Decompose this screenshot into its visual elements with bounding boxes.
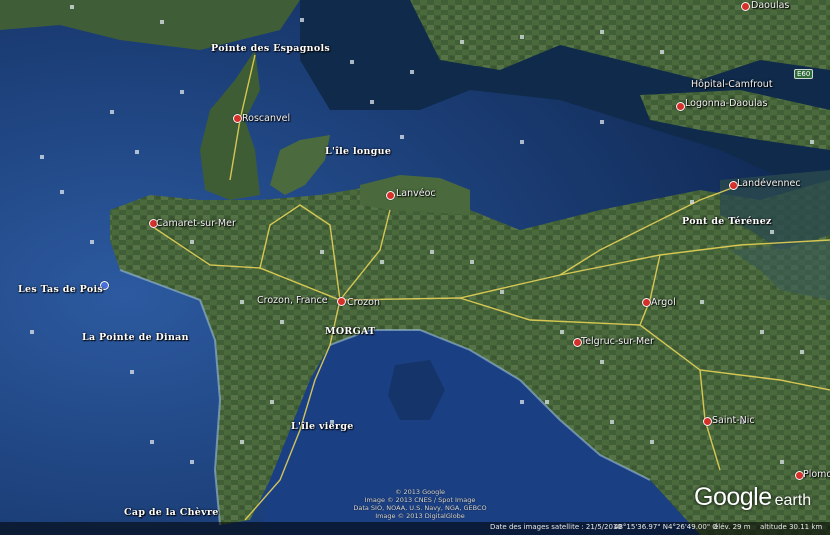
status-elevation: élév. 29 m	[714, 523, 751, 531]
label-logonna: Logonna-Daoulas	[685, 98, 768, 109]
credit-line-2: Image © 2013 CNES / Spot Image	[364, 496, 476, 504]
label-saint-nic: Saint-Nic	[712, 415, 755, 426]
satellite-map[interactable]: Pointe des Espagnols Roscanvel L'île lon…	[0, 0, 830, 535]
label-crozon: Crozon	[347, 297, 380, 308]
credit-line-3: Data SIO, NOAA, U.S. Navy, NGA, GEBCO	[353, 504, 487, 512]
status-bar: Date des images satellite : 21/5/2010 48…	[0, 522, 830, 535]
argol-pin[interactable]	[642, 298, 651, 307]
credit-line-1: © 2013 Google	[394, 488, 446, 496]
daoulas-pin[interactable]	[741, 2, 750, 11]
roscanvel-pin[interactable]	[233, 114, 242, 123]
road-e60-badge: E60	[794, 69, 814, 79]
logo-earth: earth	[774, 492, 812, 509]
label-ile-longue: L'île longue	[325, 146, 392, 157]
label-tas-de-pois: Les Tas de Pois	[18, 284, 104, 295]
status-imagery-date: Date des images satellite : 21/5/2010	[490, 523, 622, 531]
imagery-credits: © 2013 Google Image © 2013 CNES / Spot I…	[340, 488, 500, 520]
google-earth-logo: Google earth	[694, 483, 811, 512]
lanveoc-pin[interactable]	[386, 191, 395, 200]
label-daoulas: Daoulas	[751, 0, 790, 11]
label-plomo: Plomo	[803, 469, 830, 480]
crozon-pin[interactable]	[337, 297, 346, 306]
label-telgruc: Telgruc-sur-Mer	[581, 336, 654, 347]
label-landevennec: Landévennec	[737, 178, 801, 189]
status-eye-altitude: altitude 30.11 km	[760, 523, 823, 531]
label-lanveoc: Lanvéoc	[396, 188, 436, 199]
label-pont-terenez: Pont de Térénez	[682, 216, 772, 227]
label-morgat: MORGAT	[325, 326, 376, 337]
label-ile-vierge: L'île vierge	[291, 421, 354, 432]
label-argol: Argol	[651, 297, 676, 308]
saint-nic-pin[interactable]	[703, 417, 712, 426]
label-pointe-dinan: La Pointe de Dinan	[82, 332, 189, 343]
label-camaret: Camaret-sur-Mer	[156, 218, 236, 229]
logo-google: Google	[694, 483, 772, 511]
label-pointe-espagnols: Pointe des Espagnols	[211, 43, 331, 54]
label-cap-chevre: Cap de la Chèvre	[124, 507, 219, 518]
label-roscanvel: Roscanvel	[242, 113, 291, 124]
status-latitude: 48°15'36.97" N	[614, 523, 668, 531]
status-longitude: 4°26'49.00" O	[668, 523, 718, 531]
label-crozon-france: Crozon, France	[257, 295, 328, 306]
credit-line-4: Image © 2013 DigitalGlobe	[375, 512, 465, 520]
logonna-pin[interactable]	[676, 102, 685, 111]
label-hopital-camfrout: Hôpital-Camfrout	[691, 79, 773, 90]
